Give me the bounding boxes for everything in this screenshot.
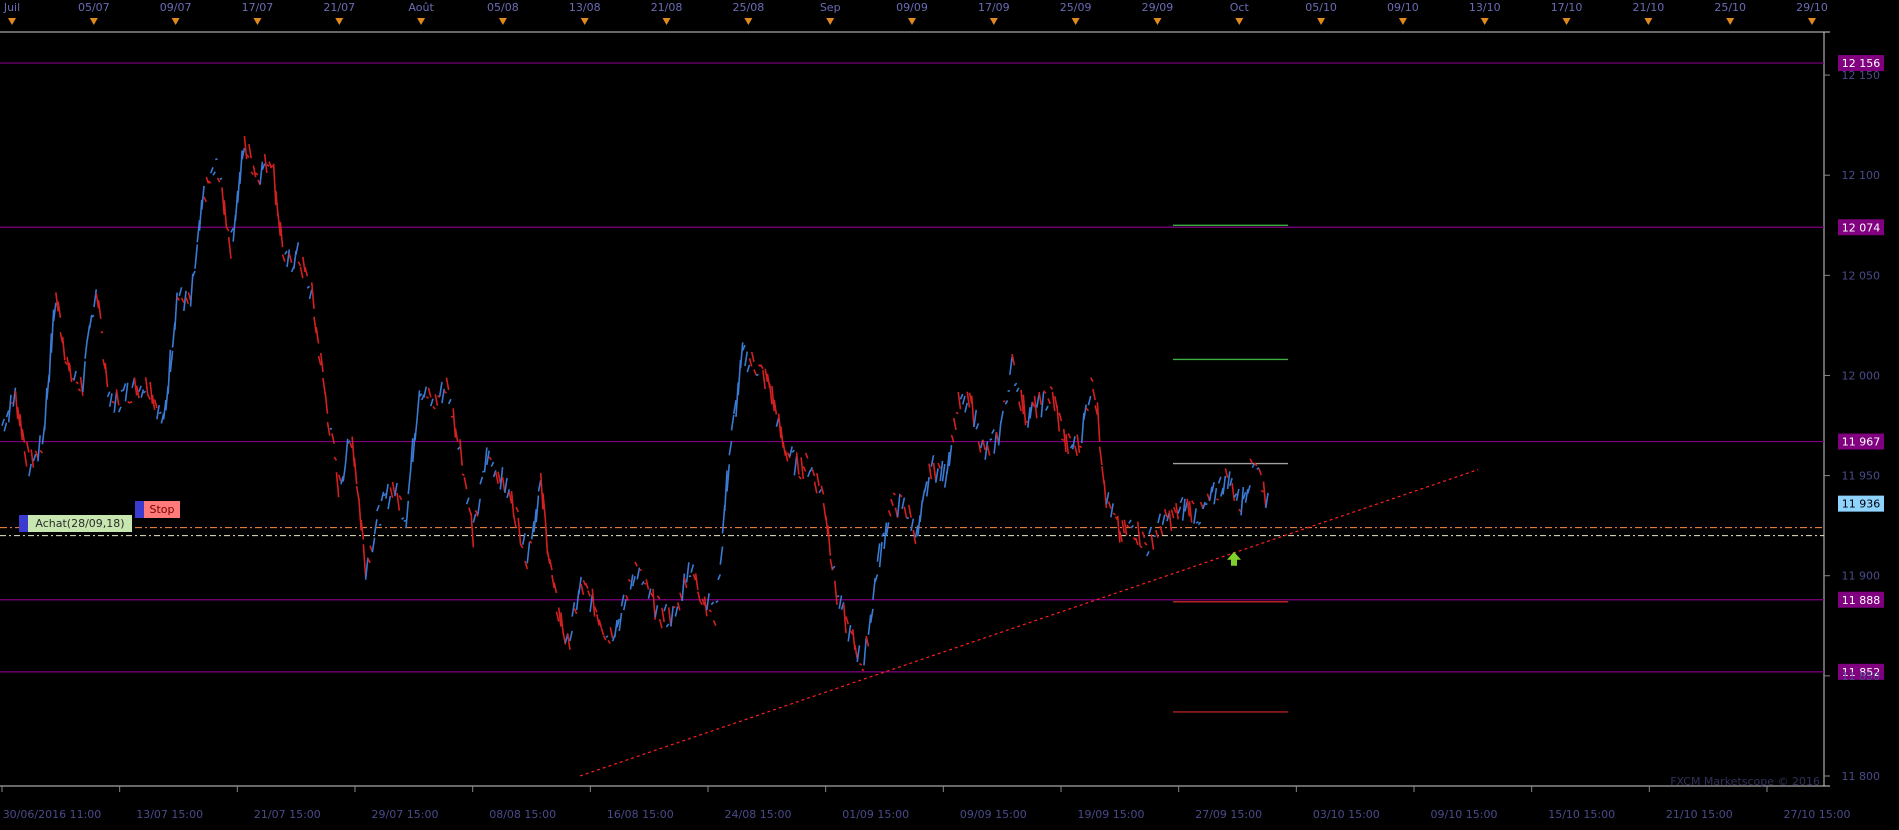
order-entry-handle bbox=[19, 515, 28, 532]
top-date-label: 21/10 bbox=[1633, 1, 1665, 14]
price-segment bbox=[862, 669, 864, 670]
top-date-label: Sep bbox=[820, 1, 841, 14]
price-segment bbox=[101, 332, 103, 333]
x-tick-label: 03/10 15:00 bbox=[1313, 808, 1380, 821]
level-label: 12 074 bbox=[1842, 221, 1881, 234]
x-tick-label: 27/10 15:00 bbox=[1784, 808, 1851, 821]
y-tick-label: 12 100 bbox=[1842, 169, 1881, 182]
price-segment bbox=[907, 518, 909, 519]
price-segment bbox=[404, 521, 406, 522]
order-stop-tag[interactable]: Stop bbox=[135, 501, 180, 518]
price-segment bbox=[215, 159, 217, 160]
x-tick-label: 27/09 15:00 bbox=[1195, 808, 1262, 821]
top-date-label: 13/08 bbox=[569, 1, 601, 14]
x-axis: 30/06/2016 11:00 13/07 15:00 21/07 15:00 29… bbox=[2, 786, 1850, 821]
top-date-label: 25/09 bbox=[1060, 1, 1092, 14]
price-segment bbox=[956, 412, 958, 413]
top-date-label: 21/07 bbox=[323, 1, 355, 14]
top-date-label: 17/07 bbox=[242, 1, 274, 14]
price-segment bbox=[1216, 499, 1218, 500]
y-tick-label: 12 150 bbox=[1842, 69, 1881, 82]
top-date-label: 05/08 bbox=[487, 1, 519, 14]
current-price-label: 11 936 bbox=[1842, 498, 1881, 511]
top-date-label: 05/07 bbox=[78, 1, 110, 14]
y-tick-label: 11 900 bbox=[1842, 570, 1881, 583]
level-label: 11 888 bbox=[1842, 594, 1881, 607]
y-tick-label: 11 800 bbox=[1842, 770, 1881, 783]
price-segment bbox=[1140, 547, 1142, 548]
x-tick-label: 21/07 15:00 bbox=[254, 808, 321, 821]
top-date-label: Juil bbox=[3, 1, 20, 14]
x-tick-label: 15/10 15:00 bbox=[1548, 808, 1615, 821]
top-date-label: Août bbox=[408, 1, 434, 14]
x-tick-label: 21/10 15:00 bbox=[1666, 808, 1733, 821]
order-entry-tag[interactable]: Achat(28/09,18) bbox=[19, 515, 132, 532]
y-tick-label: 11 850 bbox=[1842, 670, 1881, 683]
top-date-label: 09/07 bbox=[160, 1, 192, 14]
price-segment bbox=[1196, 522, 1198, 523]
x-tick-label: 29/07 15:00 bbox=[372, 808, 439, 821]
y-tick-label: 11 950 bbox=[1842, 470, 1881, 483]
top-date-axis: Juil 05/07 09/07 17/07 21/07 Août 05/08 13/08 21… bbox=[3, 1, 1828, 25]
top-date-label: 25/08 bbox=[733, 1, 765, 14]
price-segment bbox=[639, 570, 641, 571]
top-date-label: 05/10 bbox=[1305, 1, 1337, 14]
x-tick-label: 08/08 15:00 bbox=[489, 808, 556, 821]
level-label: 11 967 bbox=[1842, 436, 1881, 449]
watermark-text: FXCM Marketscope © 2016 bbox=[1670, 775, 1820, 788]
top-date-label: 17/09 bbox=[978, 1, 1010, 14]
order-entry-label: Achat(28/09,18) bbox=[35, 517, 124, 530]
x-tick-label: 09/09 15:00 bbox=[960, 808, 1027, 821]
y-tick-label: 12 000 bbox=[1842, 369, 1881, 382]
top-date-label: 21/08 bbox=[651, 1, 683, 14]
x-tick-label: 30/06/2016 11:00 bbox=[3, 808, 102, 821]
x-tick-label: 09/10 15:00 bbox=[1431, 808, 1498, 821]
top-date-label: 29/10 bbox=[1796, 1, 1828, 14]
top-date-label: Oct bbox=[1230, 1, 1250, 14]
top-date-label: 09/09 bbox=[896, 1, 928, 14]
top-date-label: 13/10 bbox=[1469, 1, 1501, 14]
trading-chart: Juil 05/07 09/07 17/07 21/07 Août 05/08 13/08 21… bbox=[0, 0, 1899, 826]
order-stop-label: Stop bbox=[149, 503, 174, 516]
chart-svg[interactable]: Juil 05/07 09/07 17/07 21/07 Août 05/08 13/08 21… bbox=[0, 0, 1899, 826]
price-segment bbox=[606, 636, 608, 637]
top-date-label: 09/10 bbox=[1387, 1, 1419, 14]
top-date-label: 25/10 bbox=[1714, 1, 1746, 14]
x-tick-label: 24/08 15:00 bbox=[725, 808, 792, 821]
y-tick-label: 12 050 bbox=[1842, 269, 1881, 282]
x-tick-label: 13/07 15:00 bbox=[136, 808, 203, 821]
x-tick-label: 16/08 15:00 bbox=[607, 808, 674, 821]
x-tick-label: 01/09 15:00 bbox=[842, 808, 909, 821]
price-segment bbox=[756, 374, 758, 375]
price-segment bbox=[1205, 504, 1207, 505]
x-tick-label: 19/09 15:00 bbox=[1078, 808, 1145, 821]
y-axis: 12 150 12 100 12 050 12 000 11 950 11 900 11 8… bbox=[1824, 69, 1880, 783]
order-stop-handle bbox=[135, 501, 144, 518]
top-date-label: 29/09 bbox=[1142, 1, 1174, 14]
price-segment bbox=[1026, 421, 1028, 422]
top-date-label: 17/10 bbox=[1551, 1, 1583, 14]
